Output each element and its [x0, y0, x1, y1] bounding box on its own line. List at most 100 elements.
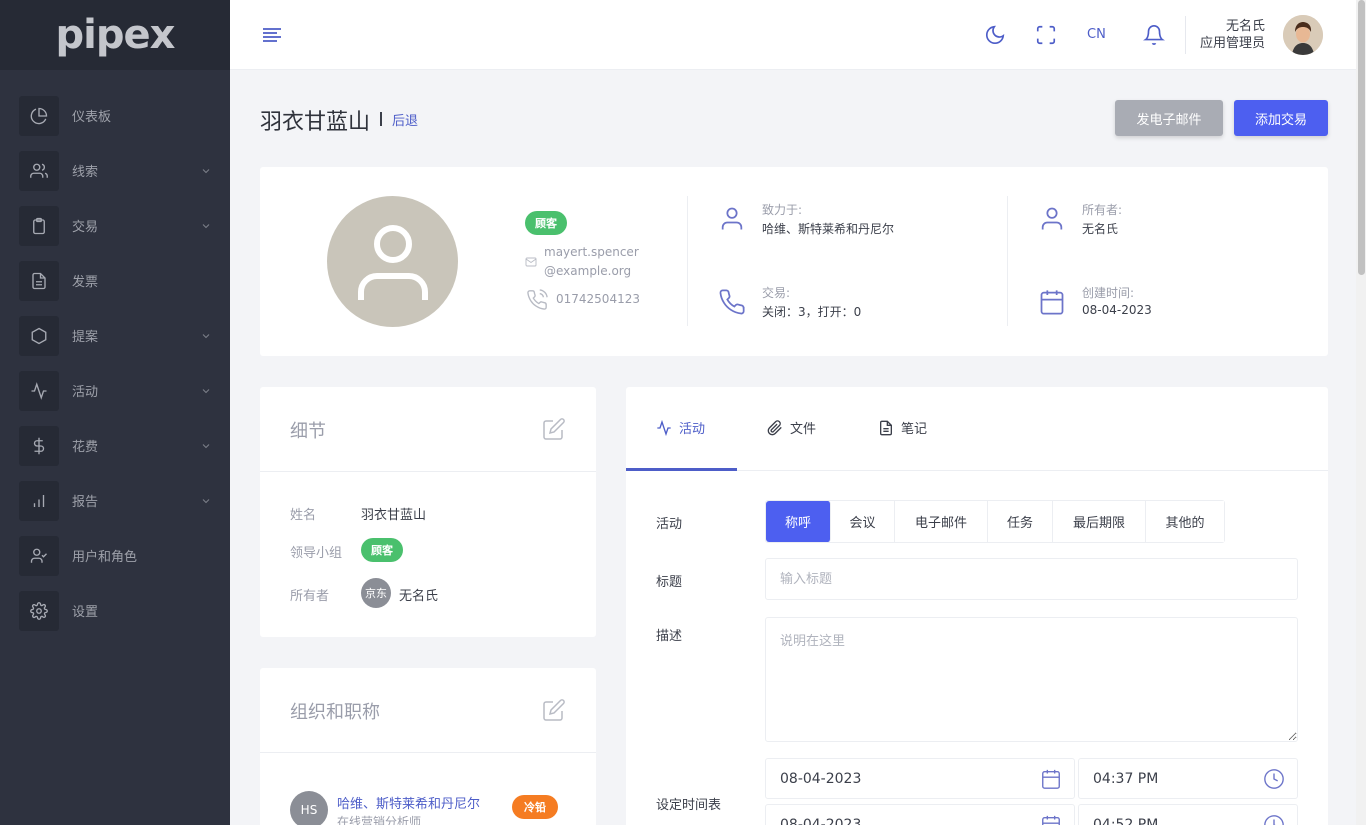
- created-value: 08-04-2023: [1082, 303, 1152, 317]
- chevron-down-icon: [202, 333, 210, 338]
- title-input[interactable]: [765, 558, 1298, 600]
- group-label: 领导小组: [290, 546, 343, 561]
- divider: [260, 471, 596, 472]
- language-switch[interactable]: CN: [1087, 27, 1106, 42]
- start-date-field[interactable]: 08-04-2023: [765, 758, 1075, 799]
- chevron-down-icon: [202, 443, 210, 448]
- bar-chart-icon: [19, 480, 59, 521]
- name-value: 羽衣甘蓝山: [361, 508, 427, 523]
- deals-value: 关闭：3，打开：0: [762, 305, 862, 319]
- end-date-field[interactable]: 08-04-2023: [765, 804, 1075, 825]
- created-label: 创建时间:: [1082, 286, 1135, 300]
- avatar[interactable]: [1283, 15, 1323, 55]
- name-label: 姓名: [290, 508, 317, 523]
- title-label: 标题: [656, 575, 683, 590]
- moon-icon[interactable]: [982, 22, 1008, 48]
- status-badge: 冷铅: [512, 795, 558, 819]
- sidebar-item-dashboard[interactable]: 仪表板: [0, 88, 230, 143]
- chevron-down-icon: [202, 498, 210, 503]
- mail-icon: [525, 257, 537, 267]
- calendar-icon[interactable]: [1040, 768, 1062, 790]
- top-header: CN 无名氏 应用管理员: [230, 0, 1356, 70]
- type-email-button[interactable]: 电子邮件: [895, 501, 988, 542]
- divider: [687, 196, 688, 326]
- schedule-label: 设定时间表: [656, 798, 722, 813]
- edit-icon[interactable]: [542, 417, 566, 441]
- sidebar-item-label: 发票: [72, 275, 99, 290]
- type-deadline-button[interactable]: 最后期限: [1053, 501, 1146, 542]
- customer-badge: 顾客: [525, 211, 567, 235]
- user-info[interactable]: 无名氏 应用管理员: [1200, 18, 1265, 52]
- file-text-icon: [19, 260, 59, 301]
- deals-label: 交易:: [762, 286, 791, 300]
- menu-icon[interactable]: [262, 27, 282, 43]
- hexagon-icon: [19, 315, 59, 356]
- contact-phone[interactable]: 01742504123: [556, 292, 640, 306]
- header-divider: [1185, 16, 1186, 54]
- description-textarea[interactable]: [765, 617, 1298, 742]
- details-title: 细节: [290, 421, 326, 442]
- org-name-link[interactable]: 哈维、斯特莱希和丹尼尔: [337, 793, 480, 812]
- dollar-icon: [19, 425, 59, 466]
- org-title: 组织和职称: [290, 702, 380, 723]
- tab-files[interactable]: 文件: [767, 418, 816, 437]
- owner-label: 所有者:: [1082, 203, 1123, 217]
- sidebar-item-invoices[interactable]: 发票: [0, 253, 230, 308]
- activity-icon: [19, 370, 59, 411]
- scrollbar-thumb[interactable]: [1358, 0, 1365, 275]
- chevron-down-icon: [202, 168, 210, 173]
- sidebar-item-label: 仪表板: [72, 110, 112, 125]
- phone-icon: [527, 289, 548, 310]
- back-link[interactable]: 后退: [392, 110, 418, 129]
- app-logo[interactable]: pipex: [0, 0, 230, 70]
- type-call-button[interactable]: 称呼: [766, 501, 831, 542]
- sidebar-item-label: 报告: [72, 495, 99, 510]
- sidebar-item-label: 设置: [72, 605, 99, 620]
- fullscreen-icon[interactable]: [1033, 22, 1059, 48]
- divider: [1007, 196, 1008, 326]
- gear-icon: [19, 590, 59, 631]
- sidebar-item-deals[interactable]: 交易: [0, 198, 230, 253]
- tab-activity[interactable]: 活动: [656, 418, 705, 437]
- sidebar-item-label: 线索: [72, 165, 99, 180]
- send-email-button[interactable]: 发电子邮件: [1115, 100, 1223, 136]
- sidebar-item-settings[interactable]: 设置: [0, 583, 230, 638]
- user-icon: [1041, 207, 1063, 230]
- activity-type-label: 活动: [656, 517, 683, 532]
- contact-email[interactable]: mayert.spencer@example.org: [544, 243, 644, 281]
- divider: [260, 752, 596, 753]
- title-separator: [380, 112, 382, 126]
- type-other-button[interactable]: 其他的: [1146, 501, 1224, 542]
- chevron-down-icon: [202, 223, 210, 228]
- sidebar-item-reports[interactable]: 报告: [0, 473, 230, 528]
- sidebar-item-label: 花费: [72, 440, 99, 455]
- profile-card: 顾客 mayert.spencer@example.org 0174250412…: [260, 167, 1328, 356]
- sidebar-item-label: 提案: [72, 330, 99, 345]
- owner-label: 所有者: [290, 589, 330, 604]
- sidebar-item-label: 交易: [72, 220, 99, 235]
- tab-notes[interactable]: 笔记: [878, 418, 927, 437]
- group-badge: 顾客: [361, 538, 403, 562]
- phone-icon: [719, 289, 745, 315]
- description-label: 描述: [656, 629, 683, 644]
- note-icon: [880, 420, 892, 435]
- add-deal-button[interactable]: 添加交易: [1234, 100, 1328, 136]
- bell-icon[interactable]: [1141, 22, 1167, 48]
- clock-icon[interactable]: [1263, 768, 1285, 790]
- sidebar-item-users-roles[interactable]: 用户和角色: [0, 528, 230, 583]
- sidebar-item-expenses[interactable]: 花费: [0, 418, 230, 473]
- edit-icon[interactable]: [542, 698, 566, 722]
- type-meeting-button[interactable]: 会议: [831, 501, 895, 542]
- sidebar-item-proposals[interactable]: 提案: [0, 308, 230, 363]
- details-card: 细节 姓名 羽衣甘蓝山 领导小组 顾客 所有者 京东 无名氏: [260, 387, 596, 637]
- sidebar-item-label: 活动: [72, 385, 99, 400]
- clock-icon[interactable]: [1263, 814, 1285, 825]
- type-task-button[interactable]: 任务: [988, 501, 1053, 542]
- owner-avatar: 京东: [361, 578, 391, 608]
- sidebar-item-activities[interactable]: 活动: [0, 363, 230, 418]
- owner-value: 无名氏: [1082, 222, 1119, 236]
- calendar-icon[interactable]: [1040, 814, 1062, 825]
- sidebar-item-leads[interactable]: 线索: [0, 143, 230, 198]
- sidebar-item-label: 用户和角色: [72, 550, 138, 565]
- sidebar-nav: 仪表板 线索 交易 发票 提案 活动 花费 报告 用户和角色 设置: [0, 70, 230, 638]
